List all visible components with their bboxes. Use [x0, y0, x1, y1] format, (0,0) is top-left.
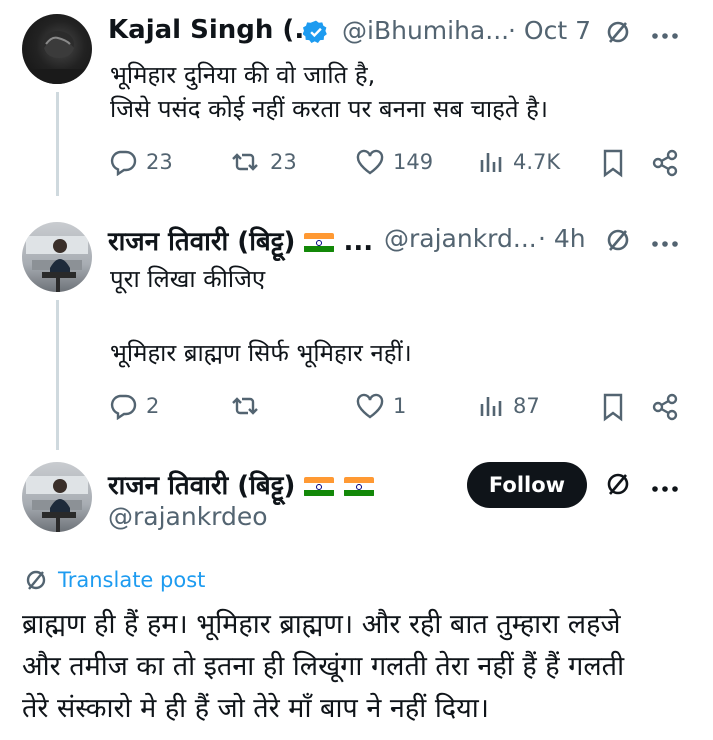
- tweet-text-line: भूमिहार दुनिया की वो जाति है,: [110, 61, 376, 89]
- grok-icon[interactable]: [604, 18, 632, 50]
- views-icon: [480, 153, 502, 172]
- repost-icon: [232, 153, 258, 171]
- translate-post-link[interactable]: Translate post: [22, 566, 205, 594]
- like-count: 149: [393, 150, 434, 174]
- bookmark-icon[interactable]: [600, 392, 626, 426]
- tweet-date[interactable]: · 4h: [538, 224, 586, 253]
- more-icon[interactable]: [651, 26, 679, 45]
- flag-india-icon: [304, 232, 335, 253]
- tweet-text-line: पूरा लिखा कीजिए: [110, 265, 266, 293]
- flag-india-icon: [343, 476, 374, 497]
- translate-icon: [26, 570, 46, 590]
- share-icon[interactable]: [650, 148, 680, 182]
- like-count: 1: [393, 394, 407, 418]
- author-name-ellipsis: ...: [343, 227, 374, 257]
- reply-button[interactable]: 2: [108, 392, 159, 420]
- reply-count: 2: [146, 394, 160, 418]
- reply-icon: [110, 394, 137, 420]
- verified-icon: [302, 19, 329, 49]
- like-button[interactable]: 1: [355, 392, 406, 420]
- tweet-text-line: तेरे संस्कारो मे ही हैं जो तेरे माँ बाप …: [22, 693, 490, 724]
- reply-button[interactable]: 23: [108, 148, 173, 176]
- avatar-image: [26, 476, 88, 532]
- reply-count: 23: [146, 150, 173, 174]
- avatar[interactable]: [22, 14, 92, 84]
- avatar-image: [22, 31, 92, 84]
- views-icon: [480, 397, 502, 416]
- author-name-text: राजन तिवारी (बिट्टू): [108, 471, 296, 501]
- avatar[interactable]: [22, 462, 92, 532]
- views-button[interactable]: 87: [477, 392, 540, 420]
- repost-count: 23: [270, 150, 297, 174]
- repost-icon: [232, 397, 258, 415]
- grok-icon[interactable]: [604, 226, 632, 258]
- follow-button[interactable]: Follow: [467, 462, 587, 508]
- tweet-text-line: ब्राह्मण ही हैं हम। भूमिहार ब्राह्मण। और…: [22, 609, 621, 640]
- repost-button[interactable]: [228, 392, 270, 420]
- like-button[interactable]: 149: [355, 148, 433, 176]
- tweet-text-line: भूमिहार ब्राह्मण सिर्फ भूमिहार नहीं।: [110, 339, 412, 367]
- repost-button[interactable]: 23: [228, 148, 297, 176]
- views-button[interactable]: 4.7K: [477, 148, 560, 176]
- translate-post-label: Translate post: [58, 568, 206, 592]
- like-icon: [356, 149, 384, 175]
- more-icon[interactable]: [651, 234, 679, 253]
- author-name-text: राजन तिवारी (बिट्टू): [108, 227, 296, 257]
- grok-icon[interactable]: [604, 470, 632, 502]
- author-handle[interactable]: @rajankrd...: [384, 224, 537, 253]
- more-icon[interactable]: [651, 479, 679, 498]
- avatar-image: [26, 236, 88, 292]
- thread-line: [56, 300, 59, 450]
- reply-icon: [110, 150, 137, 176]
- author-handle[interactable]: @rajankrdeo: [108, 502, 268, 531]
- share-icon[interactable]: [650, 392, 680, 426]
- bookmark-icon[interactable]: [600, 148, 626, 182]
- thread-line: [56, 92, 59, 196]
- avatar[interactable]: [22, 222, 92, 292]
- main-tweet-text: ब्राह्मण ही हैं हम। भूमिहार ब्राह्मण। और…: [22, 604, 624, 730]
- author-name[interactable]: राजन तिवारी (बिट्टू) ...: [108, 222, 373, 258]
- views-count: 4.7K: [513, 150, 561, 174]
- author-name[interactable]: राजन तिवारी (बिट्टू): [108, 466, 374, 502]
- like-icon: [356, 393, 384, 419]
- views-count: 87: [513, 394, 540, 418]
- tweet-text-line: जिसे पसंद कोई नहीं करता पर बनना सब चाहते…: [110, 95, 549, 123]
- author-handle[interactable]: @iBhumiha...: [342, 16, 509, 45]
- flag-india-icon: [304, 476, 335, 497]
- author-name[interactable]: Kajal Singh (...: [108, 15, 324, 45]
- tweet-date[interactable]: · Oct 7: [508, 16, 591, 45]
- tweet-text-line: और तमीज का तो इतना ही लिखूंगा गलती तेरा …: [22, 651, 625, 682]
